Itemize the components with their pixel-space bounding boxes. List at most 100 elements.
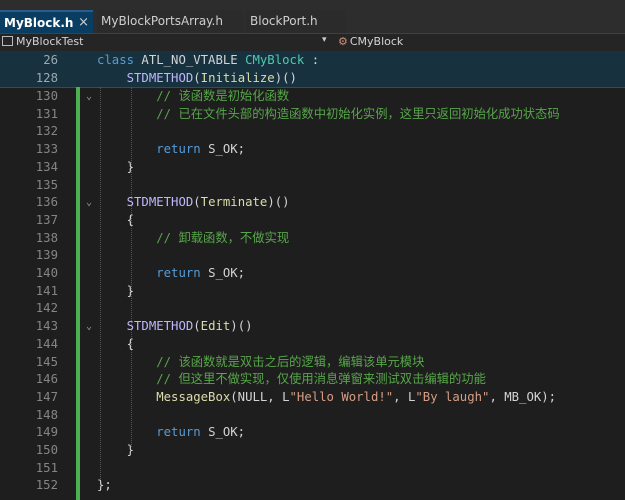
code-line[interactable]: 152};	[0, 477, 625, 495]
code-token: S_OK;	[208, 266, 246, 280]
fold-chevron-icon[interactable]: ⌄	[86, 318, 92, 336]
code-line[interactable]: 130 // 该函数是初始化函数 ⌄	[0, 88, 625, 106]
code-text: // 但这里不做实现，仅使用消息弹窗来测试双击编辑的功能	[97, 371, 486, 389]
chevron-down-icon[interactable]: ▾	[322, 35, 327, 45]
code-line[interactable]: 142	[0, 300, 625, 318]
sticky-scroll-header[interactable]: 26 class ATL_NO_VTABLE CMyBlock :128 STDM…	[0, 51, 625, 88]
code-token: , MB_OK);	[489, 389, 557, 404]
tab-myblock-h[interactable]: MyBlock.h ×	[0, 10, 93, 33]
code-token: // 该函数是初始化函数	[156, 89, 290, 103]
line-number: 143	[35, 319, 58, 334]
code-line[interactable]: 149 return S_OK;	[0, 424, 625, 442]
code-line[interactable]: 133 return S_OK;	[0, 141, 625, 159]
line-number: 136	[35, 195, 58, 210]
code-token: class	[97, 53, 142, 67]
line-number: 149	[35, 425, 58, 440]
line-number: 152	[35, 478, 58, 493]
code-text: // 卸载函数，不做实现	[97, 230, 289, 248]
code-line[interactable]: 135	[0, 177, 625, 195]
code-line[interactable]: 137 {	[0, 212, 625, 230]
line-number: 148	[35, 407, 58, 422]
line-number: 151	[35, 460, 58, 475]
line-number: 146	[35, 372, 58, 387]
code-token: // 卸载函数，不做实现	[156, 230, 290, 245]
code-text: return S_OK;	[97, 141, 245, 159]
code-line[interactable]: 145 // 该函数就是双击之后的逻辑，编辑该单元模块	[0, 354, 625, 372]
code-text: // 该函数就是双击之后的逻辑，编辑该单元模块	[97, 354, 424, 372]
code-line[interactable]: 148	[0, 407, 625, 425]
fold-chevron-icon[interactable]: ⌄	[86, 194, 92, 212]
line-number: 140	[35, 266, 58, 280]
code-line[interactable]: 134 }	[0, 159, 625, 177]
class-icon: ⚙	[338, 35, 348, 48]
code-line[interactable]: 141 }	[0, 283, 625, 301]
code-line[interactable]: 139	[0, 247, 625, 265]
code-text: STDMETHOD(Initialize)()	[97, 70, 297, 88]
code-line[interactable]: 131 // 已在文件头部的构造函数中初始化实例，这里只返回初始化成功状态码	[0, 106, 625, 124]
tab-myblockportsarray-h[interactable]: MyBlockPortsArray.h	[97, 10, 243, 33]
code-line[interactable]: 150 }	[0, 442, 625, 460]
code-line[interactable]: 151	[0, 460, 625, 478]
line-number: 145	[35, 354, 58, 369]
code-line[interactable]: 138 // 卸载函数，不做实现	[0, 230, 625, 248]
code-line[interactable]: 132	[0, 123, 625, 141]
code-text: STDMETHOD(Edit)()	[97, 318, 253, 336]
code-text: // 已在文件头部的构造函数中初始化实例，这里只返回初始化成功状态码	[97, 106, 559, 124]
project-name: MyBlockTest	[16, 35, 84, 48]
code-text: MessageBox(NULL, L"Hello World!", L"By l…	[97, 389, 556, 407]
code-token: )()	[274, 70, 297, 85]
close-icon[interactable]: ×	[78, 15, 89, 30]
code-text: class ATL_NO_VTABLE CMyBlock :	[97, 52, 319, 70]
code-text: return S_OK;	[97, 424, 245, 442]
line-number: 135	[35, 177, 58, 192]
tab-label: BlockPort.h	[250, 14, 318, 28]
tab-label: MyBlock.h	[4, 16, 74, 30]
code-line[interactable]: 140 return S_OK;	[0, 265, 625, 283]
line-number: 139	[35, 248, 58, 263]
line-number: 131	[35, 106, 58, 121]
line-number: 147	[35, 389, 58, 404]
code-line[interactable]: 26 class ATL_NO_VTABLE CMyBlock :	[0, 52, 625, 70]
fold-chevron-icon[interactable]: ⌄	[86, 88, 92, 106]
code-text: {	[97, 336, 134, 354]
code-token: STDMETHOD	[126, 70, 194, 85]
code-text: {	[97, 212, 134, 230]
tab-blockport-h[interactable]: BlockPort.h	[246, 10, 346, 33]
code-token: };	[97, 478, 112, 493]
code-token: )()	[230, 319, 253, 334]
code-editor[interactable]: 130 // 该函数是初始化函数 ⌄ 131 // 已在文件头部的构造函数中初始化实…	[0, 87, 625, 500]
code-token: // 但这里不做实现，仅使用消息弹窗来测试双击编辑的功能	[156, 372, 486, 387]
project-selector[interactable]: MyBlockTest	[2, 35, 83, 48]
code-line[interactable]: 143 STDMETHOD(Edit)() ⌄	[0, 318, 625, 336]
code-token: (	[193, 70, 201, 85]
code-token: Terminate	[200, 195, 268, 210]
line-number: 141	[35, 283, 58, 298]
code-text: }	[97, 283, 134, 301]
code-token: STDMETHOD	[126, 319, 194, 334]
code-token: , L	[393, 389, 416, 404]
project-icon	[2, 36, 13, 46]
code-line[interactable]: 146 // 但这里不做实现，仅使用消息弹窗来测试双击编辑的功能	[0, 371, 625, 389]
line-number: 137	[35, 212, 58, 227]
code-token: "Hello World!"	[289, 389, 394, 404]
code-text: }	[97, 442, 134, 460]
code-token: STDMETHOD	[126, 195, 194, 210]
line-number: 134	[35, 159, 58, 174]
code-line[interactable]: 147 MessageBox(NULL, L"Hello World!", L"…	[0, 389, 625, 407]
line-number: 150	[35, 443, 58, 457]
code-token: ATL_NO_VTABLE	[141, 53, 246, 67]
code-line[interactable]: 144 {	[0, 336, 625, 354]
code-line[interactable]: 136 STDMETHOD(Terminate)() ⌄	[0, 194, 625, 212]
code-token: }	[97, 443, 135, 457]
scope-selector[interactable]: ⚙ CMyBlock	[338, 35, 403, 48]
line-number: 144	[35, 336, 58, 351]
code-line[interactable]: 128 STDMETHOD(Initialize)()	[0, 70, 625, 88]
